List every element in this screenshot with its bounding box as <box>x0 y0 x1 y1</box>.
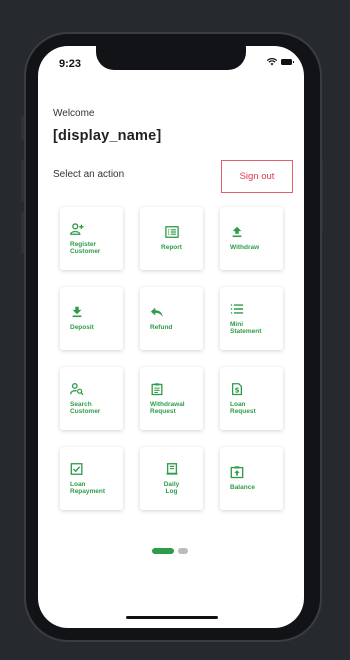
clipboard-icon <box>151 382 163 395</box>
report-tile[interactable]: Report <box>140 207 203 270</box>
tile-label: Deposit <box>70 324 94 332</box>
register-customer-tile[interactable]: Register Customer <box>60 207 123 270</box>
upload-icon <box>232 227 242 238</box>
tile-label: Mini Statement <box>230 320 262 336</box>
tile-label: Loan Repayment <box>70 480 106 496</box>
tile-label: Refund <box>150 324 173 332</box>
withdraw-tile[interactable]: Withdraw <box>220 207 283 270</box>
tile-label: Register Customer <box>70 240 101 256</box>
person-search-icon <box>70 382 84 395</box>
checkbox-icon <box>70 462 83 475</box>
withdrawal-request-tile[interactable]: Withdrawal Request <box>140 367 203 430</box>
app-screen: 9:23 Welcome [display_name] Select an ac… <box>38 46 304 628</box>
select-action-label: Select an action <box>53 169 125 180</box>
money-doc-icon: $ <box>231 382 243 395</box>
loan-request-tile[interactable]: $ Loan Request <box>220 367 283 430</box>
reply-icon <box>150 307 163 318</box>
notch <box>96 46 246 70</box>
welcome-text: Welcome <box>53 108 95 119</box>
tile-label: Balance <box>230 484 255 492</box>
list-icon <box>230 303 244 314</box>
daily-log-tile[interactable]: Daily Log <box>140 447 203 510</box>
tile-label: Loan Request <box>230 400 256 416</box>
deposit-tile[interactable]: Deposit <box>60 287 123 350</box>
download-icon <box>72 307 82 318</box>
page-dot-active[interactable] <box>152 548 174 554</box>
home-indicator[interactable] <box>126 616 218 619</box>
search-customer-tile[interactable]: Search Customer <box>60 367 123 430</box>
loan-repayment-tile[interactable]: Loan Repayment <box>60 447 123 510</box>
tile-label: Search Customer <box>70 400 101 416</box>
balance-icon <box>230 466 244 479</box>
report-list-icon <box>164 226 179 239</box>
tile-label: Withdrawal Request <box>150 400 185 416</box>
tile-label: Daily Log <box>163 480 180 496</box>
status-icons <box>267 58 294 66</box>
tile-label: Report <box>161 244 182 252</box>
sign-out-button[interactable]: Sign out <box>221 160 293 193</box>
mini-statement-tile[interactable]: Mini Statement <box>220 287 283 350</box>
status-time: 9:23 <box>59 58 82 70</box>
battery-icon <box>281 59 294 65</box>
wifi-icon <box>267 58 277 66</box>
balance-tile[interactable]: Balance <box>220 447 283 510</box>
display-name: [display_name] <box>53 128 162 144</box>
svg-text:$: $ <box>235 386 240 394</box>
tile-label: Withdraw <box>230 244 260 252</box>
add-person-icon <box>70 222 84 235</box>
page-indicator <box>152 548 188 554</box>
page-dot[interactable] <box>178 548 188 554</box>
log-icon <box>165 462 178 475</box>
refund-tile[interactable]: Refund <box>140 287 203 350</box>
